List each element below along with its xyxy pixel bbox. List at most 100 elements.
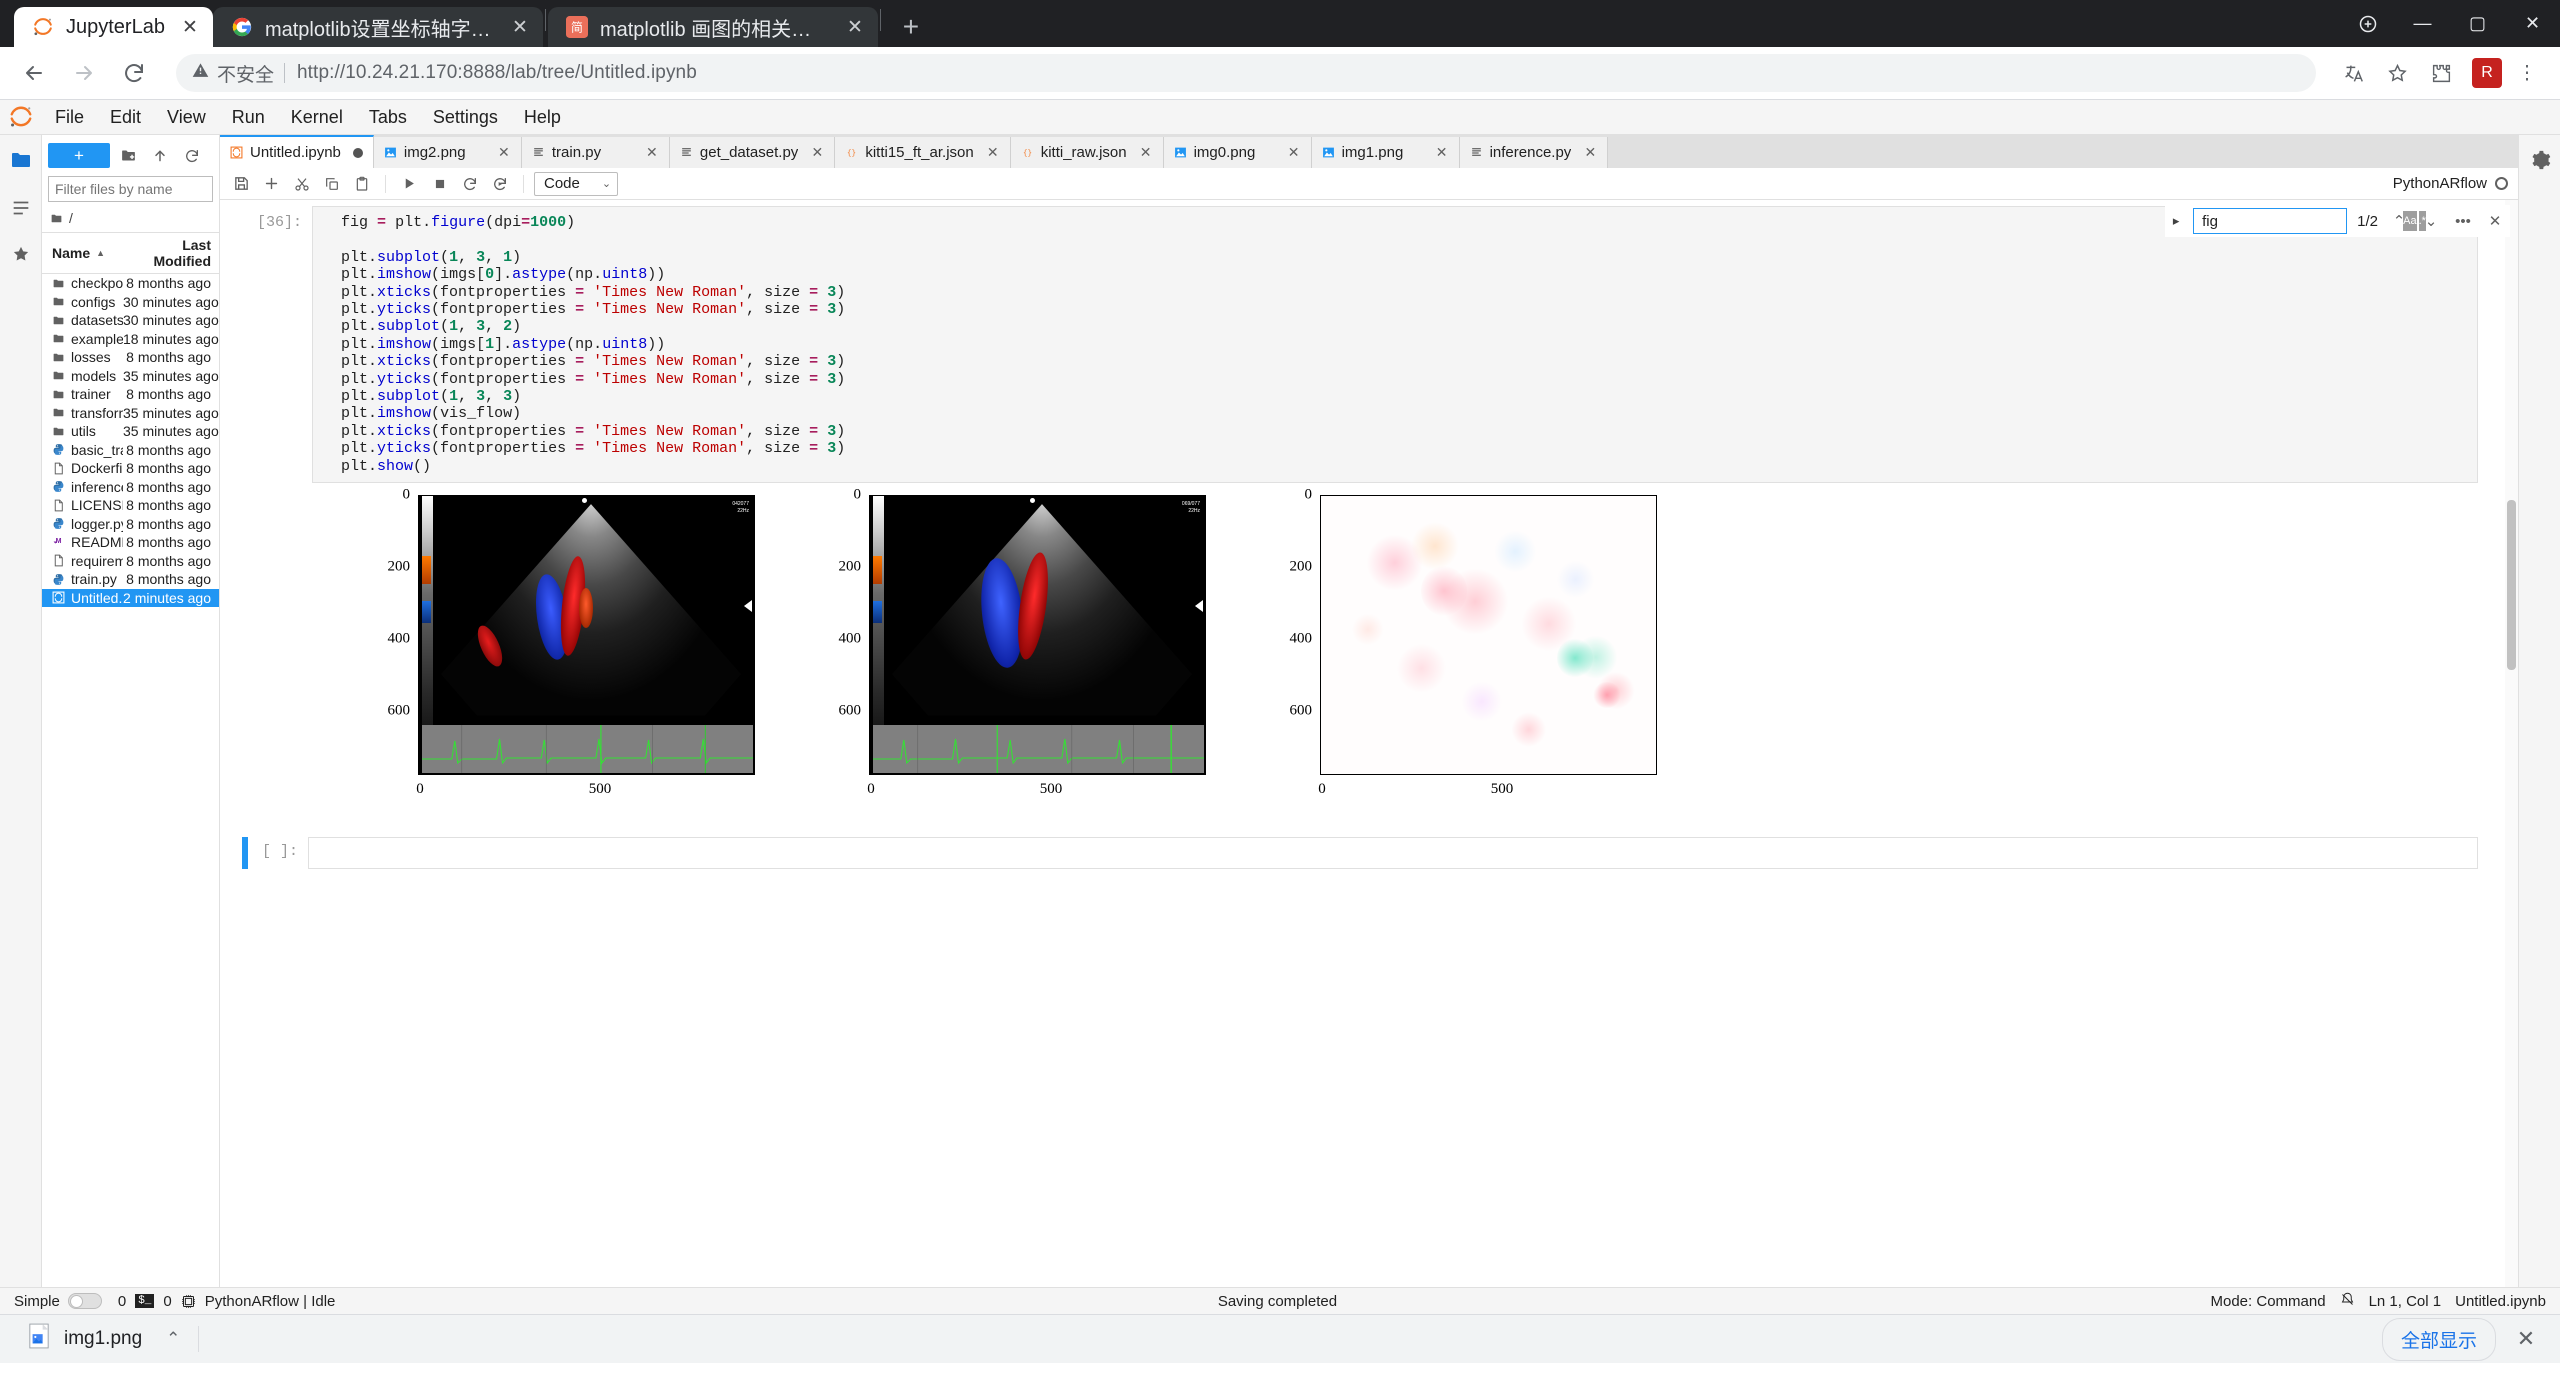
show-all-downloads-button[interactable]: 全部显示	[2381, 1317, 2496, 1361]
browser-tab-matplotlib-settings[interactable]: 简 matplotlib 画图的相关设置：坐标 ✕	[547, 7, 878, 47]
file-list-item[interactable]: examples18 minutes ago	[42, 330, 219, 349]
file-list-item[interactable]: M README.md8 months ago	[42, 533, 219, 552]
kernel-indicator[interactable]: PythonARflow	[2393, 175, 2508, 192]
paste-icon[interactable]	[348, 171, 375, 197]
reload-button[interactable]	[114, 53, 154, 93]
extension-puzzle-icon[interactable]	[2422, 54, 2460, 92]
dock-tab-img2-png[interactable]: img2.png ✕	[373, 137, 522, 168]
search-input-wrapper[interactable]: Aa .*	[2193, 208, 2426, 234]
breadcrumb[interactable]: /	[42, 206, 219, 232]
file-list-item[interactable]: configs 30 minutes ago	[42, 293, 219, 312]
close-shelf-icon[interactable]: ✕	[2508, 1326, 2544, 1352]
bookmark-star-icon[interactable]	[2378, 54, 2416, 92]
chevron-up-icon[interactable]: ⌃	[166, 1329, 180, 1349]
property-inspector-gear-icon[interactable]	[2523, 143, 2557, 177]
menu-file[interactable]: File	[42, 100, 97, 135]
refresh-icon[interactable]	[178, 143, 206, 168]
dock-tab-inference-py[interactable]: inference.py ✕	[1459, 137, 1609, 168]
close-icon[interactable]: ✕	[1287, 144, 1301, 161]
file-list-item[interactable]: utils 35 minutes ago	[42, 422, 219, 441]
cut-icon[interactable]	[288, 171, 315, 197]
insert-cell-icon[interactable]	[258, 171, 285, 197]
close-icon[interactable]: ✕	[645, 144, 659, 161]
new-folder-icon[interactable]	[114, 143, 142, 168]
restart-kernel-icon[interactable]	[456, 171, 483, 197]
close-icon[interactable]: ✕	[844, 16, 866, 38]
browser-tab-jupyterlab[interactable]: JupyterLab ✕	[14, 7, 213, 47]
close-icon[interactable]: ✕	[1139, 144, 1153, 161]
file-list-item[interactable]: losses 8 months ago	[42, 348, 219, 367]
close-icon[interactable]: ✕	[810, 144, 824, 161]
terminal-icon[interactable]: $_	[135, 1294, 155, 1308]
stop-icon[interactable]	[426, 171, 453, 197]
dock-tab-img0-png[interactable]: img0.png ✕	[1163, 137, 1312, 168]
file-list-item[interactable]: checkpoints8 months ago	[42, 274, 219, 293]
menu-run[interactable]: Run	[219, 100, 278, 135]
download-item[interactable]: img1.png ⌃	[16, 1321, 192, 1357]
notebook-scroll-area[interactable]: ▸ Aa .* 1/2 ⌃ ⌄ ••• ✕ [3	[220, 200, 2518, 1287]
file-list-item[interactable]: trainer 8 months ago	[42, 385, 219, 404]
close-icon[interactable]: ✕	[179, 16, 201, 38]
menu-settings[interactable]: Settings	[420, 100, 511, 135]
dock-overflow-icon[interactable]	[2484, 135, 2518, 168]
file-list-item[interactable]: inference.py8 months ago	[42, 478, 219, 497]
close-icon[interactable]: ✕	[1583, 144, 1597, 161]
close-icon[interactable]: ✕	[1435, 144, 1449, 161]
file-list-item[interactable]: train.py 8 months ago	[42, 570, 219, 589]
dock-tab-kitti-raw-json[interactable]: {} kitti_raw.json ✕	[1010, 137, 1164, 168]
kernel-count[interactable]: 0	[118, 1293, 126, 1310]
minimize-icon[interactable]: —	[2395, 0, 2450, 47]
back-button[interactable]	[14, 53, 54, 93]
terminal-count[interactable]: 0	[163, 1293, 171, 1310]
file-list-item[interactable]: requiremen...8 months ago	[42, 552, 219, 571]
menu-tabs[interactable]: Tabs	[356, 100, 420, 135]
file-list-item[interactable]: Untitled.ipy...2 minutes ago	[42, 588, 219, 607]
restart-run-all-icon[interactable]	[486, 171, 513, 197]
dock-tab-kitti15-ft-ar-json[interactable]: {} kitti15_ft_ar.json ✕	[835, 137, 1011, 168]
run-icon[interactable]	[396, 171, 423, 197]
menu-view[interactable]: View	[154, 100, 219, 135]
running-terminals-icon[interactable]	[4, 191, 38, 225]
file-browser-icon[interactable]	[4, 143, 38, 177]
menu-edit[interactable]: Edit	[97, 100, 154, 135]
forward-button[interactable]	[64, 53, 104, 93]
file-list-item[interactable]: LICENSE8 months ago	[42, 496, 219, 515]
file-filter-box[interactable]	[48, 176, 249, 202]
file-list-item[interactable]: datasets 30 minutes ago	[42, 311, 219, 330]
unsaved-indicator[interactable]	[352, 147, 363, 158]
file-list-item[interactable]: transforms35 minutes ago	[42, 404, 219, 423]
more-menu-icon[interactable]: ⋮	[2508, 54, 2546, 92]
translate-icon[interactable]	[2334, 54, 2372, 92]
menu-kernel[interactable]: Kernel	[278, 100, 356, 135]
cell-editor[interactable]: fig = plt.figure(dpi=1000) plt.subplot(1…	[312, 206, 2478, 484]
cell-source-code[interactable]	[309, 838, 2477, 852]
profile-avatar[interactable]: R	[2472, 58, 2502, 88]
close-icon[interactable]: ✕	[986, 144, 1000, 161]
notebook-cell-code[interactable]: [36]: fig = plt.figure(dpi=1000) plt.sub…	[220, 206, 2518, 484]
menu-help[interactable]: Help	[511, 100, 574, 135]
copy-icon[interactable]	[318, 171, 345, 197]
new-tab-button[interactable]: +	[891, 7, 931, 47]
extensions-overflow-icon[interactable]	[2340, 0, 2395, 47]
search-next-button[interactable]: ⌄	[2420, 210, 2442, 232]
notebook-scrollbar[interactable]	[2505, 200, 2518, 1287]
dock-tab-get-dataset-py[interactable]: get_dataset.py ✕	[669, 137, 836, 168]
maximize-icon[interactable]: ▢	[2450, 0, 2505, 47]
notebook-cell-empty[interactable]: [ ]:	[220, 837, 2518, 870]
search-close-button[interactable]: ✕	[2484, 210, 2506, 232]
column-header-name[interactable]: Name ▲	[42, 237, 123, 269]
close-icon[interactable]: ✕	[509, 16, 531, 38]
cell-type-select[interactable]: Code ⌄	[534, 171, 619, 196]
close-icon[interactable]: ✕	[497, 144, 511, 161]
close-icon[interactable]: ✕	[2505, 0, 2560, 47]
dock-tab-untitled-ipynb[interactable]: Untitled.ipynb	[220, 135, 374, 168]
kernel-status-text[interactable]: PythonARflow | Idle	[205, 1293, 336, 1310]
dock-tab-train-py[interactable]: train.py ✕	[521, 137, 670, 168]
search-options-button[interactable]: •••	[2452, 210, 2474, 232]
notification-bell-off-icon[interactable]	[2340, 1292, 2355, 1311]
upload-icon[interactable]	[146, 143, 174, 168]
file-list-item[interactable]: Dockerfile8 months ago	[42, 459, 219, 478]
search-prev-button[interactable]: ⌃	[2388, 210, 2410, 232]
new-launcher-button[interactable]: +	[48, 143, 110, 168]
dock-tab-img1-png[interactable]: img1.png ✕	[1311, 137, 1460, 168]
